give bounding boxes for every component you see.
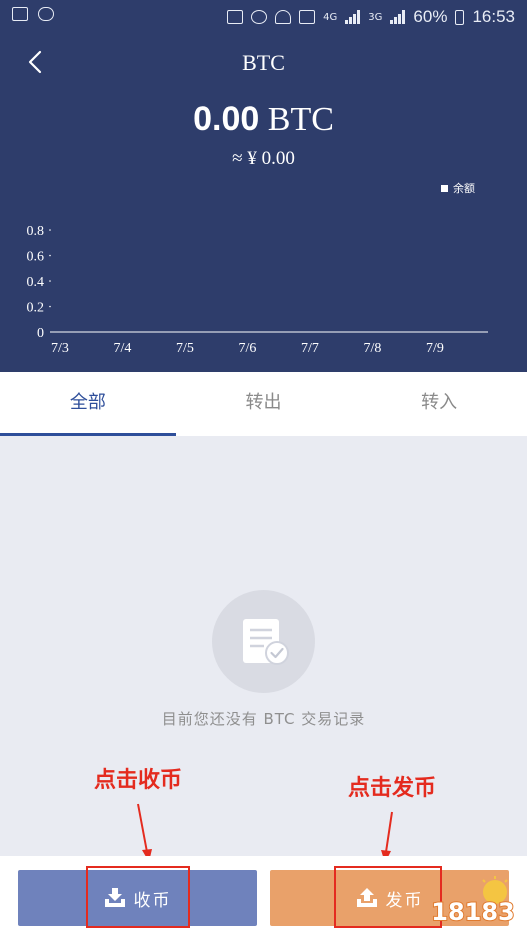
watermark-logo: 18183: [430, 876, 516, 927]
page-title: BTC: [242, 50, 285, 75]
signal-icon-2: [390, 10, 406, 24]
mute-icon: [227, 10, 244, 24]
battery-charging-icon: [455, 9, 465, 25]
fiat-value: ≈ ¥ 0.00: [232, 148, 295, 169]
usb-icon: [38, 7, 54, 21]
chart-legend: 余额: [441, 180, 475, 196]
wifi-icon: [275, 10, 292, 24]
network-label-4g: 4G: [323, 11, 338, 23]
tab-all[interactable]: 全部: [0, 372, 176, 436]
network-label-3g: 3G: [368, 11, 383, 23]
legend-swatch: [441, 184, 448, 192]
highlight-box-receive: [86, 866, 190, 928]
balance: 0.00 BTC: [0, 100, 527, 139]
clock: 16:53: [472, 7, 515, 26]
x-tick-label: 7/7: [301, 341, 319, 356]
legend-label: 余额: [453, 182, 475, 195]
y-tick-mark: [49, 229, 51, 231]
status-bar: 4G 3G 60% 16:53: [0, 0, 527, 34]
y-tick-label: 0.4: [27, 275, 45, 290]
signal-icon-1: [345, 10, 361, 24]
y-tick-mark: [49, 305, 51, 308]
x-tick-label: 7/4: [114, 341, 132, 356]
x-tick-label: 7/5: [176, 341, 194, 356]
x-tick-label: 7/3: [51, 341, 69, 356]
battery-percent: 60%: [413, 7, 448, 26]
x-tick-label: 7/9: [426, 341, 444, 356]
y-tick-label: 0.6: [27, 250, 45, 265]
balance-amount: 0.00: [193, 100, 260, 138]
nfc-icon: [299, 10, 316, 24]
document-check-icon: [243, 619, 289, 665]
tab-incoming[interactable]: 转入: [351, 372, 527, 436]
image-icon: [12, 7, 28, 21]
y-tick-mark: [49, 280, 51, 282]
y-tick-mark: [49, 254, 51, 257]
y-tick-label: 0.8: [27, 224, 45, 239]
tab-outgoing[interactable]: 转出: [176, 372, 352, 436]
tab-bar: 全部 转出 转入: [0, 372, 527, 436]
balance-chart: 0.8 0.6 0.4 0.2 0 7/3 7/4 7/5 7/6 7/7 7/8 7/9: [27, 224, 488, 356]
watermark-text: 18183: [431, 898, 515, 926]
header: 4G 3G 60% 16:53 BTC 0.00 BTC ≈ ¥ 0.00 余额…: [0, 0, 527, 372]
x-tick-label: 7/8: [364, 341, 382, 356]
annotation-send: 点击发币: [348, 776, 437, 801]
empty-state-circle: [212, 590, 315, 693]
y-tick-label: 0.2: [27, 301, 45, 316]
annotation-receive: 点击收币: [94, 768, 183, 793]
empty-state-message: 目前您还没有 BTC 交易记录: [161, 710, 366, 728]
y-tick-label: 0: [37, 326, 44, 341]
balance-unit: BTC: [267, 101, 334, 138]
x-tick-label: 7/6: [239, 341, 257, 356]
alarm-icon: [251, 10, 268, 24]
